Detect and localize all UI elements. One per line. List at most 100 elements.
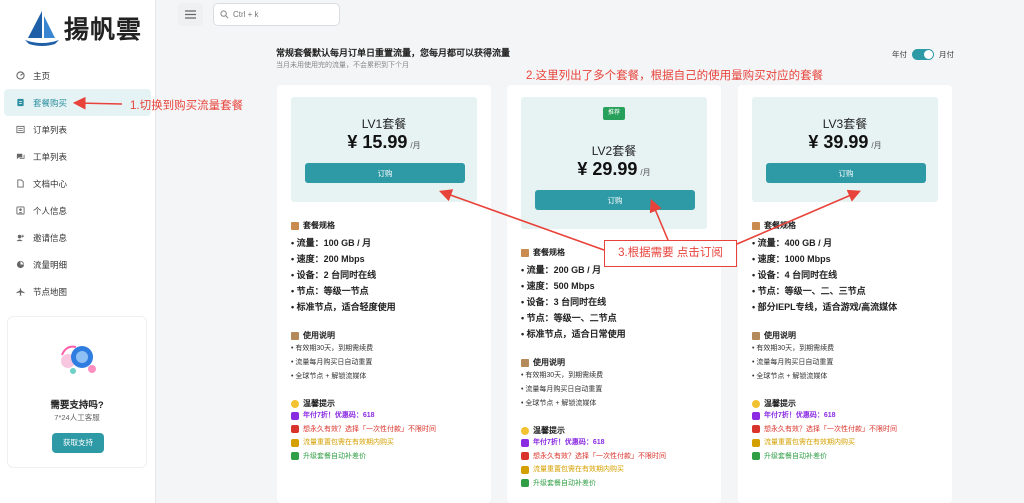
spec-item: • 设备：3 台同时在线	[521, 297, 607, 307]
toggle-label-monthly[interactable]: 月付	[939, 49, 954, 60]
plan-name: LV2套餐	[591, 144, 637, 158]
spec-item: • 速度：500 Mbps	[521, 281, 595, 291]
usage-item: • 有效期30天，到期需续费	[752, 345, 835, 352]
support-title: 需要支持吗?	[50, 400, 104, 411]
spec-list: • 流量：400 GB / 月 • 速度：1000 Mbps • 设备：4 台同时在…	[752, 235, 897, 315]
spec-item: • 标准节点，适合轻度使用	[291, 302, 396, 312]
notice-subtitle: 当月未用使用完的流量，不会累积到下个月	[276, 62, 409, 69]
warning-icon	[291, 438, 299, 447]
sidebar-item-label: 流量明细	[33, 259, 68, 270]
spec-item: • 设备：2 台同时在线	[291, 270, 377, 280]
menu-toggle-button[interactable]	[178, 3, 203, 26]
sidebar-item-profile[interactable]: 个人信息	[4, 197, 151, 224]
fire-icon	[291, 411, 299, 420]
fire-icon	[752, 411, 760, 420]
tips-list: 年付7折！优惠码：618 想永久有效？选择「一次性付款」不限时间 流量重置包需在有效…	[521, 436, 666, 490]
tip-text: 升级套餐自动补差价	[303, 452, 366, 460]
tip-item: 升级套餐自动补差价	[291, 450, 436, 464]
sidebar-item-node-map[interactable]: 节点地图	[4, 278, 151, 305]
price-value: ¥ 15.99	[347, 132, 408, 152]
sidebar-item-tickets[interactable]: 工单列表	[4, 143, 151, 170]
subscribe-button[interactable]: 订购	[305, 163, 465, 183]
subscribe-button[interactable]: 订购	[766, 163, 926, 183]
shop-icon	[17, 98, 24, 107]
usage-item: • 有效期30天，到期需续费	[291, 345, 374, 352]
spec-item: • 设备：4 台同时在线	[752, 270, 838, 280]
usage-section-title: 使用说明	[752, 330, 796, 341]
tip-text: 升级套餐自动补差价	[533, 479, 596, 487]
tip-item: 想永久有效？选择「一次性付款」不限时间	[521, 450, 666, 464]
tips-section-title: 温馨提示	[521, 425, 565, 436]
lightbulb-icon	[752, 399, 760, 408]
spec-item: • 部分IEPL专线，适合游戏/高流媒体	[752, 302, 898, 312]
plane-icon	[16, 287, 25, 296]
toggle-label-yearly[interactable]: 年付	[892, 49, 907, 60]
invite-icon	[16, 234, 25, 242]
spec-item: • 标准节点，适合日常使用	[521, 329, 626, 339]
tips-section-title: 温馨提示	[752, 398, 796, 409]
sidebar-item-invite[interactable]: 邀请信息	[4, 224, 151, 251]
sidebar-item-home[interactable]: 主页	[4, 62, 151, 89]
tip-item: 年付7折！优惠码：618	[752, 409, 897, 423]
tips-section-title: 温馨提示	[291, 398, 335, 409]
plan-price: ¥ 15.99/月	[291, 132, 477, 153]
logo[interactable]: 揚帆雲	[22, 6, 142, 50]
sidebar-nav: 主页 套餐购买 订单列表 工单列表 文档中心 个人信息 邀请信息 流量明细 节点…	[4, 62, 151, 305]
plan-header: 推荐 LV2套餐 ¥ 29.99/月 订购	[521, 97, 707, 229]
sailboat-logo-icon	[25, 11, 59, 46]
tip-text: 年付7折！优惠码：618	[303, 412, 375, 419]
plan-card-lv2: 推荐 LV2套餐 ¥ 29.99/月 订购 套餐规格 • 流量：200 GB / 月 • 速…	[507, 85, 721, 503]
dashboard-icon	[16, 71, 25, 80]
annotation-step1: 1.切换到购买流量套餐	[130, 100, 244, 112]
lightbulb-icon	[291, 399, 299, 408]
plan-price: ¥ 29.99/月	[521, 159, 707, 180]
plan-card-lv1: LV1套餐 ¥ 15.99/月 订购 套餐规格 • 流量：100 GB / 月 • 速度：…	[277, 85, 491, 503]
subscribe-button[interactable]: 订购	[535, 190, 695, 210]
user-icon	[16, 206, 25, 215]
price-unit: /月	[640, 168, 651, 177]
price-unit: /月	[871, 141, 882, 150]
support-subtitle: 7*24人工客服	[54, 413, 100, 422]
support-card: 需要支持吗? 7*24人工客服 获取支持	[7, 316, 147, 468]
tips-title-text: 温馨提示	[764, 399, 796, 408]
sidebar-item-label: 邀请信息	[33, 232, 68, 243]
tip-text: 想永久有效？选择「一次性付款」不限时间	[764, 425, 897, 433]
tip-text: 年付7折！优惠码：618	[533, 439, 605, 446]
annotation-step3: 3.根据需要 点击订阅	[604, 240, 737, 267]
spec-item: • 节点：等级一、二、三节点	[752, 286, 866, 296]
toggle-switch[interactable]	[912, 49, 934, 60]
spec-item: • 节点：等级一节点	[291, 286, 369, 296]
spec-item: • 流量：100 GB / 月	[291, 238, 372, 248]
billing-period-toggle[interactable]: 年付 月付	[892, 49, 954, 60]
sidebar-item-label: 工单列表	[33, 151, 68, 162]
usage-item: • 全球节点 + 解锁流媒体	[291, 373, 367, 380]
tip-item: 流量重置包需在有效期内购买	[291, 436, 436, 450]
search-input[interactable]	[233, 10, 323, 19]
plan-price: ¥ 39.99/月	[752, 132, 938, 153]
tip-text: 想永久有效？选择「一次性付款」不限时间	[533, 452, 666, 460]
search-box[interactable]	[213, 3, 340, 26]
sidebar-item-docs[interactable]: 文档中心	[4, 170, 151, 197]
usage-section-title: 使用说明	[291, 330, 335, 341]
spec-section-title: 套餐规格	[752, 220, 796, 231]
clipboard-icon	[521, 358, 529, 367]
tip-item: 升级套餐自动补差价	[521, 477, 666, 491]
usage-section-title: 使用说明	[521, 357, 565, 368]
tips-title-text: 温馨提示	[303, 399, 335, 408]
sidebar-item-orders[interactable]: 订单列表	[4, 116, 151, 143]
sidebar-item-traffic[interactable]: 流量明细	[4, 251, 151, 278]
lightbulb-icon	[521, 426, 529, 435]
tip-text: 想永久有效？选择「一次性付款」不限时间	[303, 425, 436, 433]
get-support-button[interactable]: 获取支持	[52, 433, 104, 453]
upgrade-icon	[752, 452, 760, 461]
plan-header: LV3套餐 ¥ 39.99/月 订购	[752, 97, 938, 202]
upgrade-icon	[291, 452, 299, 461]
tips-list: 年付7折！优惠码：618 想永久有效？选择「一次性付款」不限时间流量重置包需在有效…	[291, 409, 436, 463]
sidebar-item-plan-purchase[interactable]: 套餐购买	[4, 89, 151, 116]
usage-list: • 有效期30天，到期需续费 • 流量每月购买日自动重置 • 全球节点 + 解锁流媒…	[291, 342, 373, 384]
plan-card-lv3: LV3套餐 ¥ 39.99/月 订购 套餐规格 • 流量：400 GB / 月 • 速度：…	[738, 85, 952, 503]
tip-text: 升级套餐自动补差价	[764, 452, 827, 460]
sidebar-item-label: 节点地图	[33, 286, 68, 297]
spec-item: • 流量：400 GB / 月	[752, 238, 833, 248]
usage-title-text: 使用说明	[533, 358, 565, 367]
